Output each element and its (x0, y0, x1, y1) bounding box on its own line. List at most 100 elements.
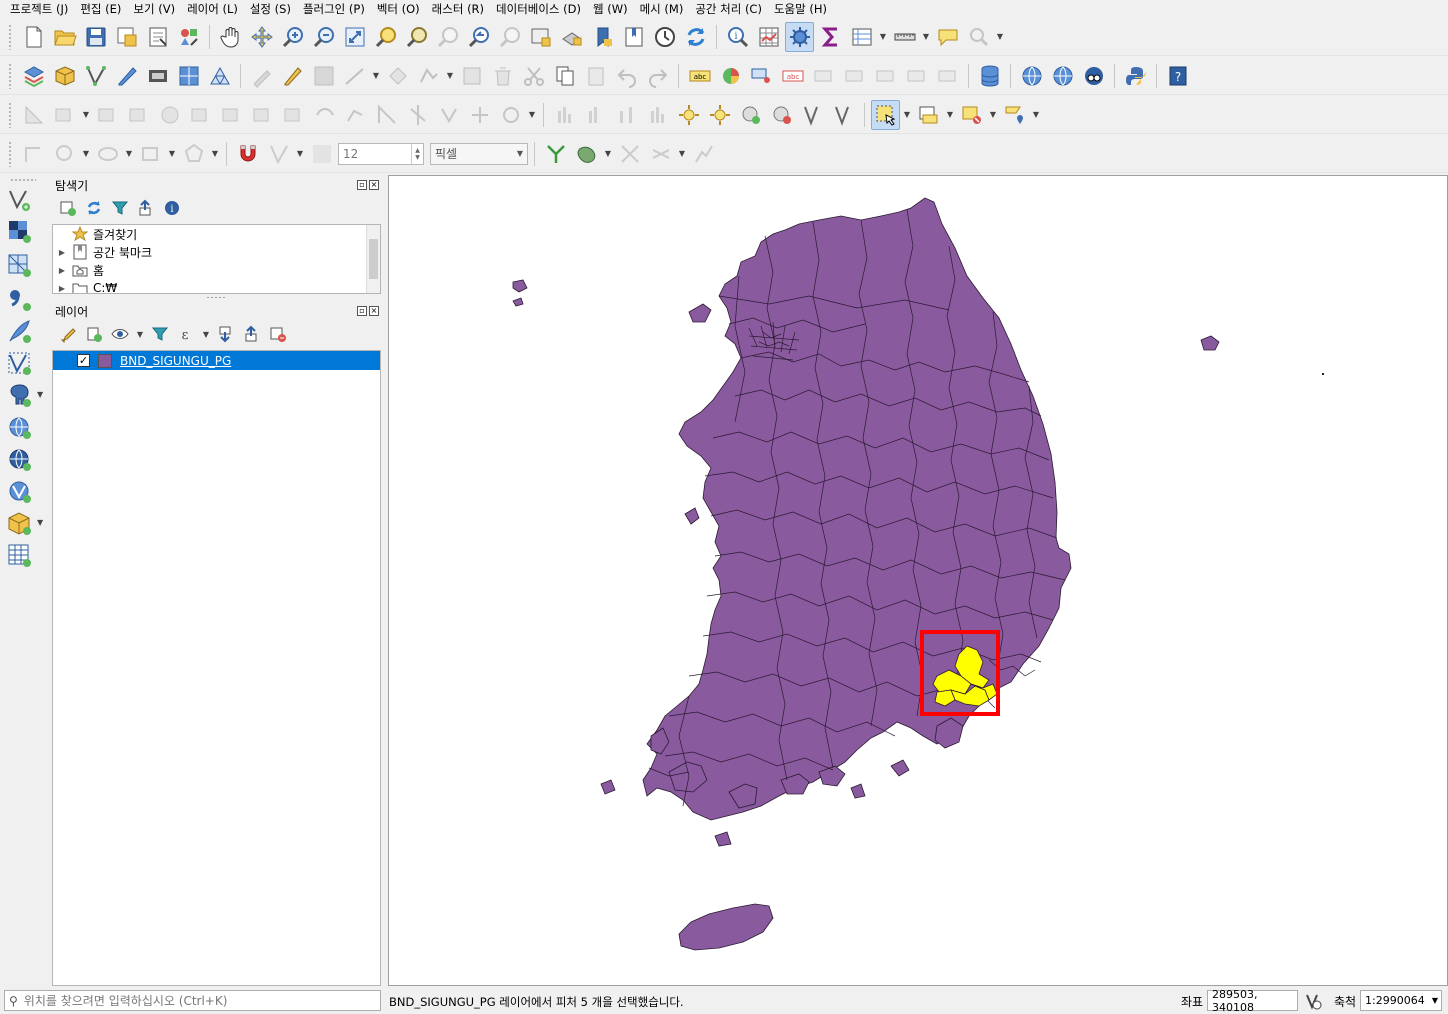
browser-tree-item[interactable]: ▶ 홈 (53, 261, 380, 279)
close-panel-button[interactable]: × (369, 180, 379, 190)
add-selected-layers-button[interactable] (57, 197, 79, 219)
add-wms-button[interactable] (1017, 61, 1046, 91)
add-ring-button[interactable] (50, 100, 79, 130)
delete-ring-button[interactable] (155, 100, 184, 130)
undo-button[interactable] (612, 61, 641, 91)
pan-to-selection-button[interactable] (247, 22, 276, 52)
rotate-label-button[interactable] (840, 61, 869, 91)
new-temporary-layer-button[interactable] (6, 542, 34, 570)
data-source-manager-button[interactable] (19, 61, 48, 91)
menu-item[interactable]: 프로젝트 (J) (4, 1, 74, 17)
copy-features-button[interactable] (550, 61, 579, 91)
map-canvas[interactable] (388, 175, 1448, 986)
locator-search-input[interactable]: ⚲ 위치를 찾으려면 입력하십시오 (Ctrl+K) (4, 990, 381, 1011)
tolerance-unit-select[interactable]: 픽셀 ▼ (430, 142, 528, 165)
simplify-button[interactable] (341, 100, 370, 130)
save-edits-button[interactable] (309, 61, 338, 91)
delete-part-button[interactable] (186, 100, 215, 130)
reverse-line-button[interactable] (279, 100, 308, 130)
new-bookmark-button[interactable] (588, 22, 617, 52)
show-hide-labels-button[interactable] (902, 61, 931, 91)
paste-features-button[interactable] (581, 61, 610, 91)
dropdown-caret[interactable]: ▼ (210, 139, 220, 169)
menu-item[interactable]: 레이어 (L) (181, 1, 244, 17)
db-manager-button[interactable] (975, 61, 1004, 91)
panel-splitter[interactable] (206, 296, 226, 299)
print-layout-button[interactable] (143, 22, 172, 52)
toolbar-grip[interactable] (8, 62, 12, 89)
dropdown-caret[interactable]: ▼ (878, 22, 888, 52)
metasearch-button[interactable] (1079, 61, 1108, 91)
topological-editing-button[interactable] (541, 139, 570, 169)
merge-attributes-button[interactable] (465, 100, 494, 130)
snap-intersection-button[interactable] (615, 139, 644, 169)
toolbar-grip[interactable] (8, 101, 12, 128)
layer-diagram-button[interactable] (716, 61, 745, 91)
snapping-type-button[interactable] (307, 139, 336, 169)
menu-item[interactable]: 설정 (S) (244, 1, 297, 17)
new-3d-view-button[interactable] (557, 22, 586, 52)
zoom-to-layer-button[interactable] (402, 22, 431, 52)
dropdown-caret[interactable]: ▼ (167, 139, 177, 169)
expand-all-button[interactable] (215, 323, 237, 345)
move-label-button[interactable] (809, 61, 838, 91)
vector-tool-a-button[interactable] (798, 100, 827, 130)
add-geopackage-layer-button[interactable] (6, 510, 34, 538)
menu-item[interactable]: 벡터 (O) (371, 1, 426, 17)
add-wfs-layer-button[interactable] (6, 478, 34, 506)
menu-item[interactable]: 래스터 (R) (426, 1, 490, 17)
menu-item[interactable]: 편집 (E) (74, 1, 127, 17)
add-mesh-layer-button[interactable] (6, 252, 34, 280)
menu-item[interactable]: 공간 처리 (C) (689, 1, 768, 17)
add-rectangle-button[interactable] (136, 139, 165, 169)
cad-tools-button[interactable] (19, 100, 48, 130)
snapping-layers-button[interactable] (264, 139, 293, 169)
temporal-controller-button[interactable] (650, 22, 679, 52)
select-by-rectangle-button[interactable] (871, 99, 900, 130)
menu-item[interactable]: 도움말 (H) (768, 1, 833, 17)
dropdown-caret[interactable]: ▼ (37, 518, 43, 527)
merge-features-button[interactable] (434, 100, 463, 130)
dropdown-caret[interactable]: ▼ (81, 100, 91, 130)
dropdown-caret[interactable]: ▼ (295, 139, 305, 169)
zoom-in-button[interactable] (278, 22, 307, 52)
sun-tool-button[interactable] (705, 100, 734, 130)
add-wcs-layer-button[interactable] (6, 446, 34, 474)
label-properties-button[interactable] (933, 61, 962, 91)
dropdown-caret[interactable]: ▼ (677, 139, 687, 169)
layer-styling-button[interactable] (57, 323, 79, 345)
add-delimited-text-layer-button[interactable] (6, 286, 34, 314)
dropdown-caret[interactable]: ▼ (988, 100, 998, 130)
collapse-layers-button[interactable] (241, 323, 263, 345)
save-as-button[interactable] (112, 22, 141, 52)
style-manager-button[interactable] (174, 22, 203, 52)
modify-attributes-button[interactable] (457, 61, 486, 91)
fill-ring-button[interactable] (124, 100, 153, 130)
close-panel-button[interactable]: × (369, 306, 379, 316)
pan-map-button[interactable] (216, 22, 245, 52)
open-project-button[interactable] (50, 22, 79, 52)
add-virtual-layer-button[interactable] (143, 61, 172, 91)
manage-visibility-button[interactable] (109, 323, 131, 345)
zoom-native-button[interactable] (433, 22, 462, 52)
add-line-feature-button[interactable] (340, 61, 369, 91)
split-features-button[interactable] (372, 100, 401, 130)
dropdown-caret[interactable]: ▼ (945, 100, 955, 130)
help-button[interactable]: ? (1163, 61, 1192, 91)
enable-snapping-button[interactable] (233, 139, 262, 169)
open-attribute-table-button[interactable] (754, 22, 783, 52)
expand-arrow-icon[interactable]: ▶ (53, 248, 71, 257)
select-location-button[interactable] (1000, 100, 1029, 130)
pin-labels-button[interactable] (747, 61, 776, 91)
scrollbar-thumb[interactable] (369, 239, 378, 279)
filter-browser-button[interactable] (109, 197, 131, 219)
layer-labeling-button[interactable]: abc (685, 61, 714, 91)
align-rasters-button[interactable] (550, 100, 579, 130)
highlight-pinned-labels-button[interactable]: abc (778, 61, 807, 91)
add-raster-layer-button[interactable] (6, 218, 34, 246)
dropdown-caret[interactable]: ▼ (124, 139, 134, 169)
trim-extend-button[interactable] (310, 100, 339, 130)
scale-select[interactable]: 1:2990064 ▼ (1360, 990, 1442, 1011)
zoom-out-button[interactable] (309, 22, 338, 52)
new-map-view-button[interactable] (526, 22, 555, 52)
